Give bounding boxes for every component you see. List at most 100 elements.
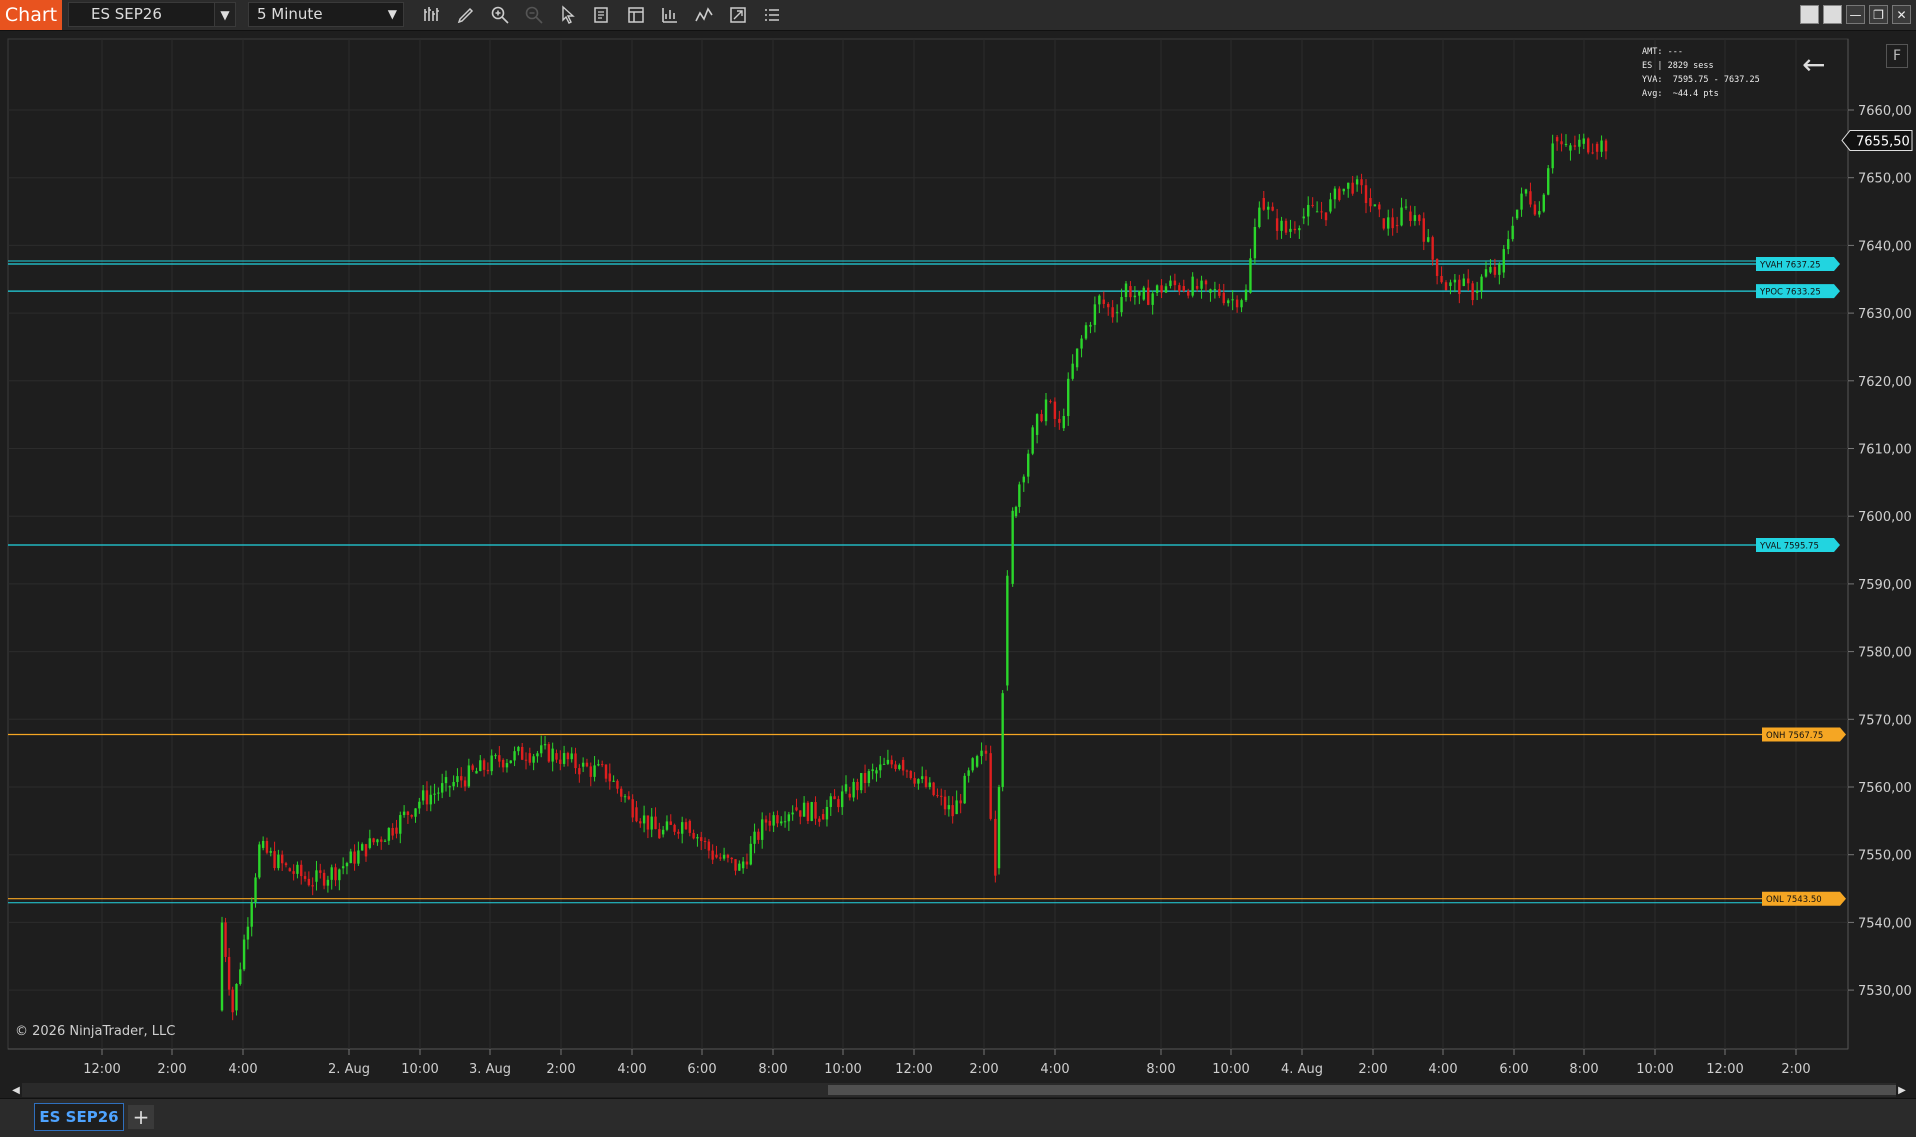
candle-body	[1591, 152, 1594, 154]
candle-body	[795, 807, 798, 811]
candle-body	[593, 765, 596, 777]
candle-body	[787, 814, 791, 822]
maximize-icon[interactable]: ❐	[1869, 5, 1888, 24]
candle-body	[1462, 278, 1465, 287]
candle-body	[738, 863, 741, 871]
pencil-icon[interactable]	[454, 3, 478, 27]
price-axis-label: 7590,00	[1858, 578, 1912, 593]
candle-body	[924, 776, 928, 787]
candle-body	[989, 753, 992, 819]
candle-body	[418, 801, 421, 809]
add-tab-button[interactable]: +	[128, 1105, 154, 1129]
candle-body	[886, 759, 890, 764]
pointer-icon[interactable]	[556, 3, 580, 27]
scroll-left-icon[interactable]: ◀	[10, 1083, 22, 1097]
candle-body	[1218, 289, 1221, 296]
data-box-icon[interactable]	[590, 3, 614, 27]
candle-body	[330, 867, 333, 880]
candle-body	[1058, 418, 1061, 423]
time-axis[interactable]: 12:00 2:00 4:00 2. Aug 10:00 3. Aug 2:00 4:00 6:…	[83, 1049, 1811, 1077]
time-axis-label: 12:00	[895, 1062, 932, 1077]
candle-body	[646, 815, 650, 830]
tab-bar: ES SEP26 +	[0, 1098, 1916, 1137]
candle-body	[1520, 193, 1523, 210]
candle-body	[326, 879, 330, 886]
candle-body	[951, 805, 954, 817]
candle-body	[680, 822, 684, 834]
properties-icon[interactable]	[624, 3, 648, 27]
candle-body	[235, 984, 238, 1011]
level-label-ypoc: YPOC 7633.25	[1759, 288, 1821, 298]
candle-body	[1001, 693, 1004, 787]
candle-body	[1595, 143, 1599, 152]
zoom-in-icon[interactable]	[488, 3, 512, 27]
candle-body	[703, 841, 707, 843]
template-icon[interactable]	[726, 3, 750, 27]
price-axis[interactable]: 7660,00 7650,00 7640,00 7630,00 7620,00 7610,…	[1848, 104, 1912, 999]
candle-body	[1547, 168, 1550, 195]
instrument-dropdown-icon[interactable]: ▼	[214, 2, 236, 27]
strategies-icon[interactable]	[658, 3, 682, 27]
candle-body	[1053, 401, 1057, 419]
price-axis-label: 7620,00	[1858, 375, 1912, 390]
interval-value: 5 Minute	[257, 5, 323, 23]
tile-icon[interactable]	[1823, 5, 1842, 24]
candle-body	[1084, 325, 1088, 339]
candle-body	[997, 786, 1001, 869]
candle-body	[1511, 225, 1514, 240]
candle-body	[955, 800, 958, 815]
candle-body	[715, 854, 718, 858]
candle-body	[1124, 283, 1128, 298]
candle-body	[292, 871, 295, 874]
bar-style-icon[interactable]	[420, 3, 444, 27]
candle-body	[1049, 401, 1052, 403]
candle-body	[254, 877, 257, 903]
candle-body	[959, 800, 962, 804]
interval-selector[interactable]: 5 Minute ▼	[248, 2, 404, 27]
candle-body	[1458, 279, 1461, 295]
price-chart[interactable]: YVAH 7637.25 YPOC 7633.25 YVAL 7595.75 ONH …	[0, 31, 1916, 1083]
candle-body	[1120, 297, 1123, 313]
minimize-icon[interactable]: —	[1846, 5, 1865, 24]
candle-body	[513, 751, 516, 761]
candle-body	[501, 759, 505, 768]
candle-body	[1164, 286, 1168, 293]
restore-layout-icon[interactable]	[1800, 5, 1819, 24]
candle-body	[433, 793, 436, 795]
candle-body	[380, 839, 383, 842]
candle-body	[994, 818, 997, 876]
scroll-thumb[interactable]	[828, 1085, 1902, 1095]
scroll-right-icon[interactable]: ▶	[1896, 1083, 1908, 1097]
candle-body	[1324, 212, 1328, 221]
candle-body	[768, 820, 772, 826]
candle-body	[1151, 293, 1154, 305]
chart-panel[interactable]: YVAH 7637.25 YPOC 7633.25 YVAL 7595.75 ONH …	[0, 31, 1916, 1083]
candle-body	[1200, 280, 1203, 289]
time-axis-label: 2:00	[1781, 1062, 1810, 1077]
time-axis-label: 12:00	[83, 1062, 120, 1077]
candle-body	[311, 885, 314, 887]
candle-body	[776, 815, 779, 824]
indicators-icon[interactable]	[692, 3, 716, 27]
back-arrow-icon[interactable]: ←	[1802, 48, 1825, 81]
candle-body	[749, 843, 752, 865]
candle-body	[307, 878, 311, 886]
f-button[interactable]: F	[1886, 44, 1908, 68]
candle-body	[1342, 188, 1345, 192]
candle-body	[1222, 292, 1225, 304]
zoom-out-icon[interactable]	[522, 3, 546, 27]
current-price-label: 7655,50	[1856, 134, 1910, 149]
horizontal-scrollbar[interactable]: ◀ ▶	[10, 1083, 1908, 1097]
menu-icon[interactable]	[760, 3, 784, 27]
candle-body	[1173, 280, 1177, 286]
candle-body	[1044, 399, 1048, 422]
instrument-selector[interactable]: ES SEP26	[68, 2, 236, 27]
tab-es-sep26[interactable]: ES SEP26	[34, 1103, 124, 1131]
chart-label[interactable]: Chart	[0, 0, 62, 30]
candle-body	[1493, 266, 1497, 275]
candle-body	[414, 808, 417, 817]
close-icon[interactable]: ✕	[1892, 5, 1911, 24]
time-axis-label: 4:00	[1428, 1062, 1457, 1077]
candle-body	[627, 796, 631, 800]
price-axis-label: 7630,00	[1858, 307, 1912, 322]
